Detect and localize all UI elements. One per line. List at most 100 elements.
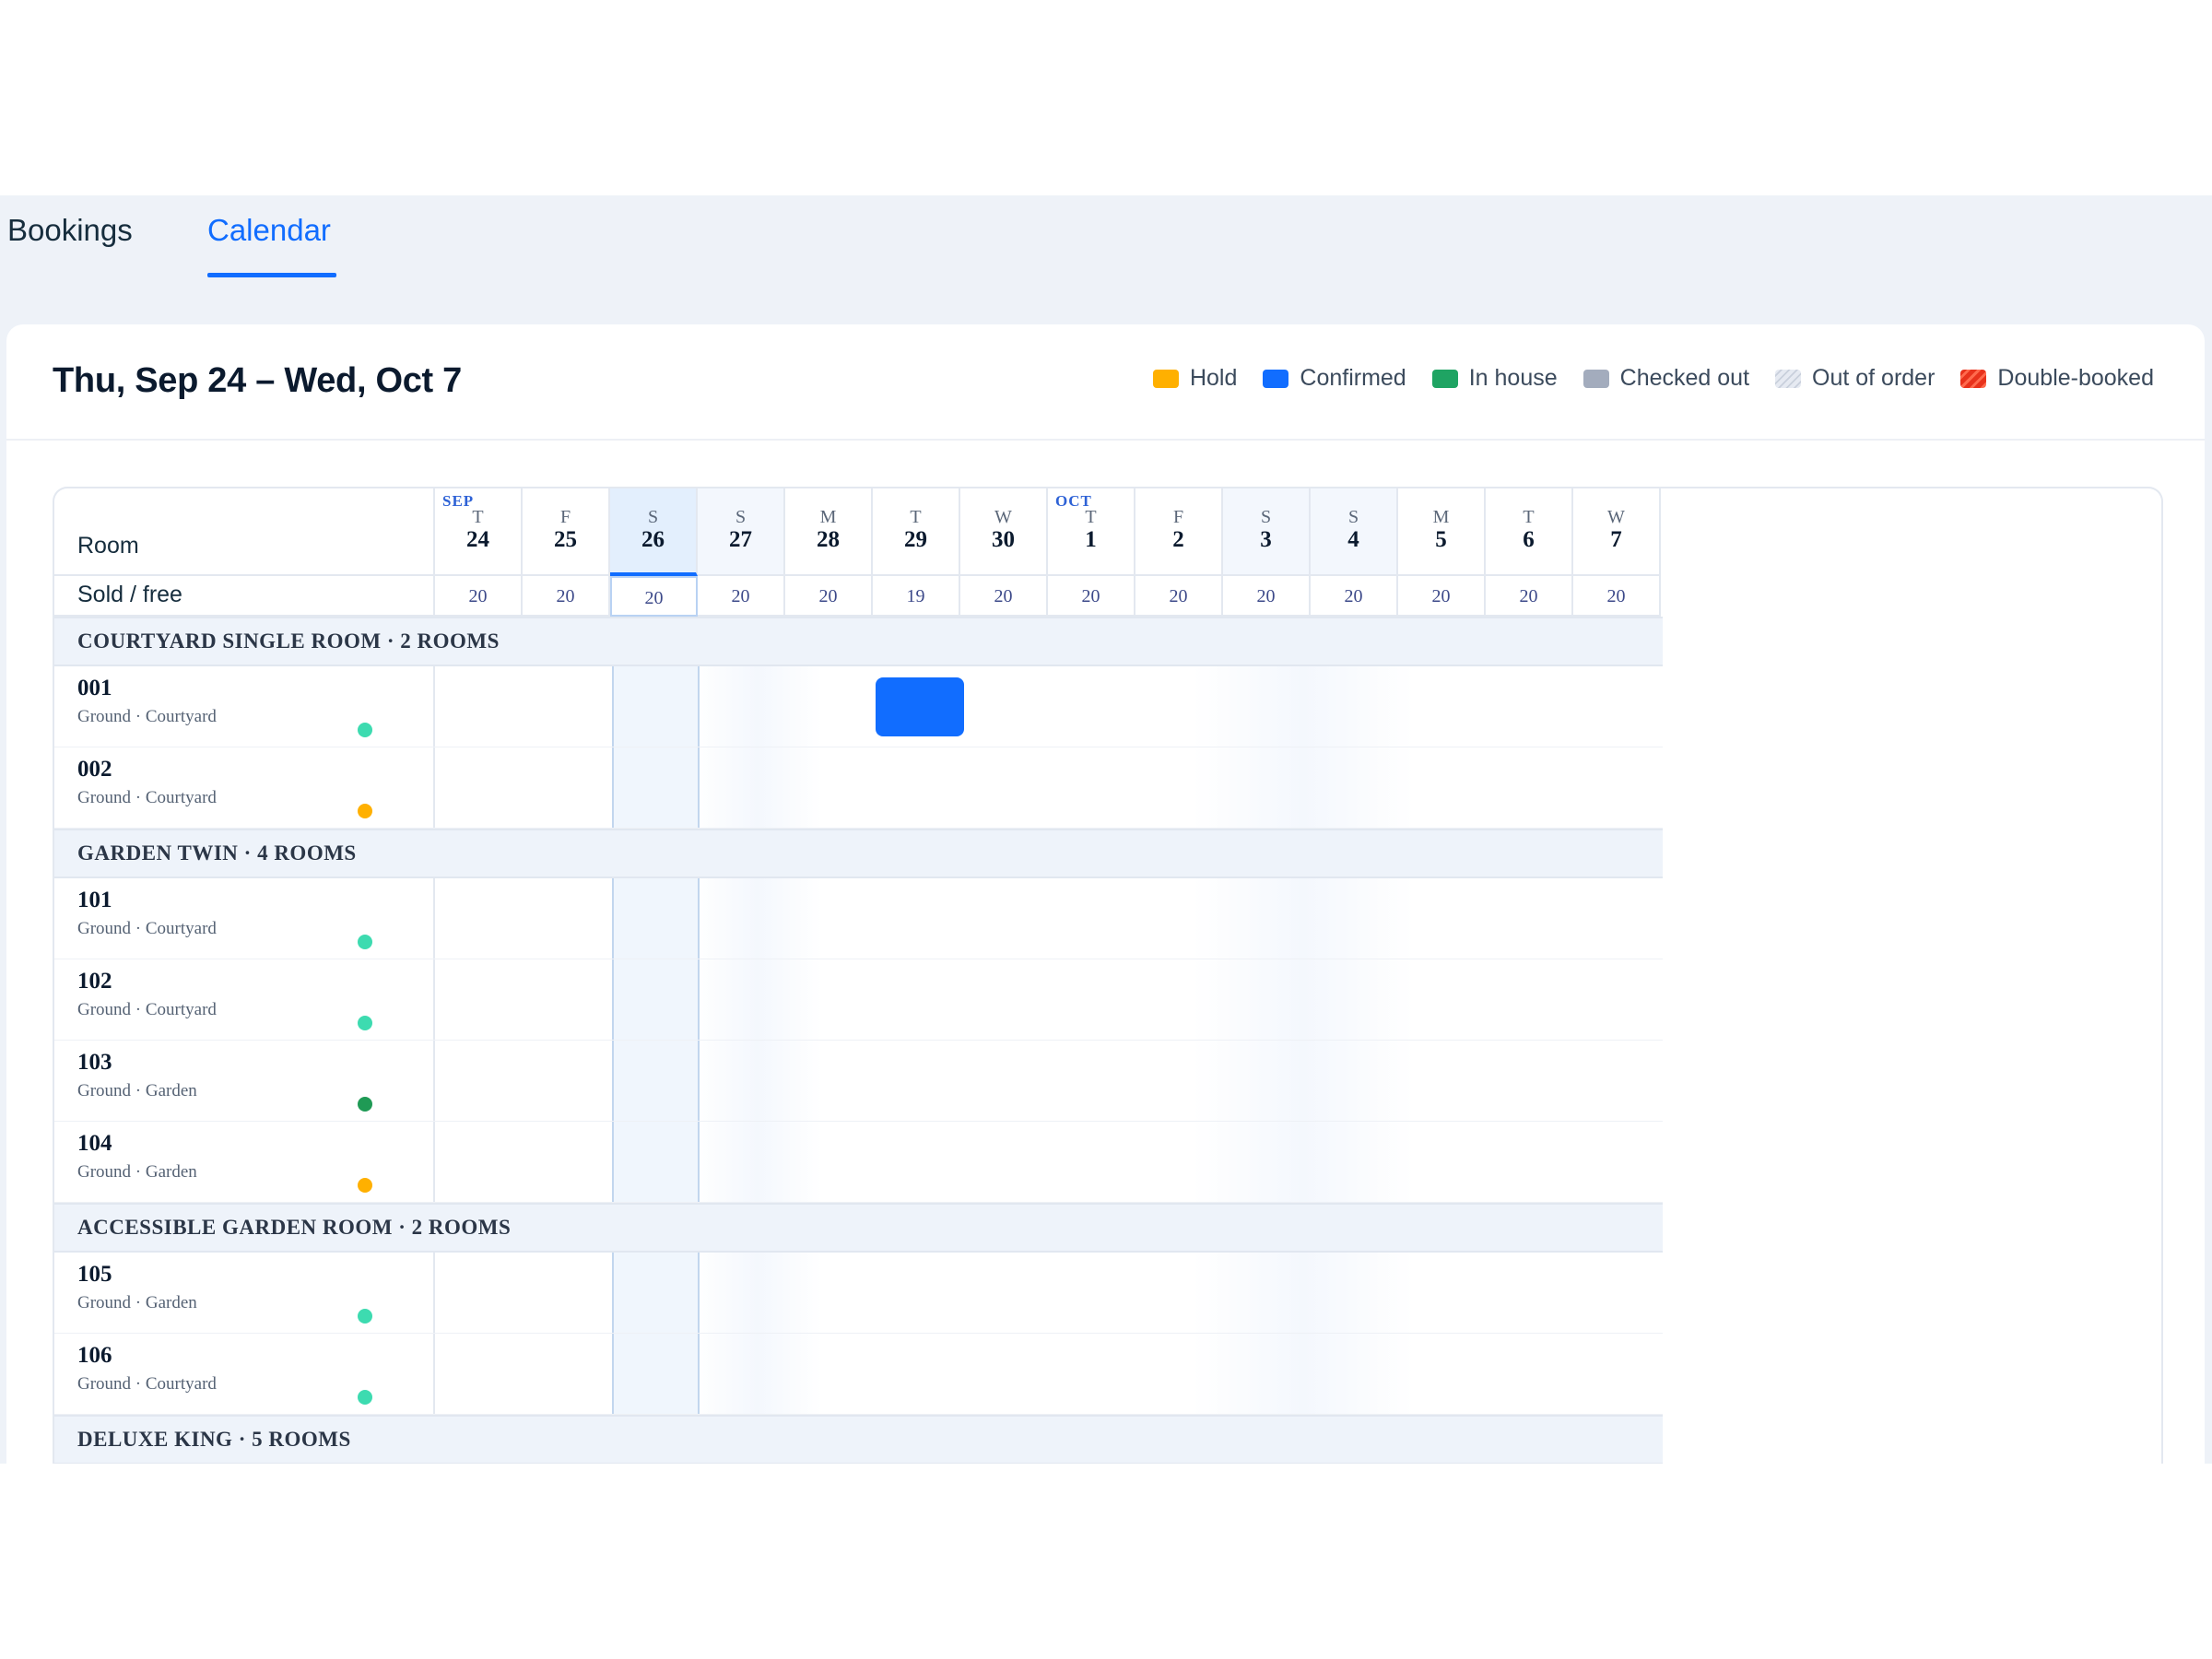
- day-header-24[interactable]: SEP T 24: [435, 488, 523, 576]
- room-status-dot-icon: [358, 1309, 372, 1324]
- sold-free-count: 20: [1398, 576, 1486, 617]
- room-status-dot-icon: [358, 723, 372, 737]
- day-number: 3: [1260, 527, 1272, 552]
- sold-free-count: 20: [1486, 576, 1573, 617]
- room-row: 001 Ground · Courtyard: [54, 666, 1663, 747]
- room-location: Ground · Courtyard: [77, 1374, 217, 1394]
- room-row: 002 Ground · Courtyard: [54, 747, 1663, 829]
- room-calendar-grid: Room Sold / free SEP T 24 20 F 25 20 S 26 20 S 27 20…: [53, 487, 2163, 1464]
- room-status-dot-icon: [358, 1016, 372, 1030]
- sold-free-count: 20: [1048, 576, 1135, 617]
- room-number: 002: [77, 757, 112, 782]
- room-row: 101 Ground · Courtyard: [54, 878, 1663, 959]
- room-row: 106 Ground · Courtyard: [54, 1334, 1663, 1415]
- room-location: Ground · Courtyard: [77, 788, 217, 807]
- sold-free-count: 20: [610, 576, 698, 617]
- room-status-dot-icon: [358, 1178, 372, 1193]
- room-location: Ground · Courtyard: [77, 919, 217, 938]
- day-header-30[interactable]: W 30: [960, 488, 1048, 576]
- day-header-4[interactable]: S4: [1311, 488, 1398, 576]
- day-of-week: F: [559, 507, 571, 527]
- room-location: Ground · Garden: [77, 1162, 197, 1182]
- day-header-29[interactable]: T 29: [873, 488, 960, 576]
- sold-free-count: 20: [785, 576, 873, 617]
- room-type-group-header: GARDEN TWIN · 4 ROOMS: [54, 829, 1663, 878]
- date-range-title: Thu, Sep 24 – Wed, Oct 7: [53, 361, 462, 400]
- tab-bookings[interactable]: Bookings: [7, 205, 133, 280]
- legend-out-of-order: Out of order: [1775, 365, 1935, 392]
- sold-free-count: 20: [1223, 576, 1311, 617]
- legend-label: Double-booked: [1997, 365, 2154, 391]
- room-number: 103: [77, 1050, 112, 1075]
- sold-free-count: 20: [1573, 576, 1661, 617]
- room-type-group-header: DELUXE KING · 5 ROOMS: [54, 1415, 1663, 1464]
- booking-block-confirmed[interactable]: [876, 677, 964, 736]
- sold-free-count: 20: [523, 576, 610, 617]
- day-number: 24: [466, 527, 489, 552]
- in-house-swatch-icon: [1431, 369, 1458, 388]
- top-blank-area: [0, 0, 2212, 195]
- legend-hold: Hold: [1152, 365, 1238, 392]
- day-of-week: S: [1347, 507, 1359, 527]
- legend-label: Hold: [1189, 365, 1238, 391]
- day-header-28[interactable]: M 28: [785, 488, 873, 576]
- day-number: 25: [554, 527, 577, 552]
- day-number: 7: [1610, 527, 1622, 552]
- room-number: 106: [77, 1343, 112, 1368]
- room-info-cell[interactable]: 001 Ground · Courtyard: [54, 666, 435, 747]
- view-tabs: Bookings Calendar: [0, 195, 2212, 280]
- sold-free-count: 20: [698, 576, 785, 617]
- room-location: Ground · Garden: [77, 1081, 197, 1100]
- hold-swatch-icon: [1152, 369, 1179, 388]
- day-header-2[interactable]: F2: [1135, 488, 1223, 576]
- day-header-27[interactable]: S 27: [698, 488, 785, 576]
- room-location: Ground · Courtyard: [77, 707, 217, 726]
- day-number: 4: [1347, 527, 1359, 552]
- day-header-3[interactable]: S3: [1223, 488, 1311, 576]
- day-number: 28: [817, 527, 840, 552]
- room-row: 102 Ground · Courtyard: [54, 959, 1663, 1041]
- day-of-week: W: [994, 507, 1012, 527]
- day-number: 1: [1085, 527, 1097, 552]
- day-of-week: T: [472, 507, 484, 527]
- day-of-week: T: [910, 507, 922, 527]
- sold-free-count: 20: [435, 576, 523, 617]
- day-header-25[interactable]: F 25: [523, 488, 610, 576]
- room-status-dot-icon: [358, 935, 372, 949]
- calendar-card: Thu, Sep 24 – Wed, Oct 7 Hold Confirmed …: [6, 324, 2205, 1464]
- day-of-week: T: [1523, 507, 1535, 527]
- day-number: 27: [729, 527, 752, 552]
- status-legend: Hold Confirmed In house Checked out Out …: [1152, 365, 2154, 392]
- tab-calendar[interactable]: Calendar: [207, 205, 331, 280]
- day-number: 26: [641, 527, 665, 552]
- sold-free-label: Sold / free: [77, 582, 182, 607]
- room-location: Ground · Courtyard: [77, 1000, 217, 1019]
- room-info-cell[interactable]: 106 Ground · Courtyard: [54, 1334, 435, 1414]
- room-type-label: DELUXE KING · 5 ROOMS: [77, 1428, 351, 1451]
- room-number: 001: [77, 676, 112, 700]
- room-info-cell[interactable]: 105 Ground · Garden: [54, 1253, 435, 1333]
- day-header-26[interactable]: S 26: [610, 488, 698, 576]
- legend-label: Confirmed: [1300, 365, 1406, 391]
- checked-out-swatch-icon: [1583, 369, 1609, 388]
- room-type-group-header: ACCESSIBLE GARDEN ROOM · 2 ROOMS: [54, 1203, 1663, 1253]
- room-info-cell[interactable]: 103 Ground · Garden: [54, 1041, 435, 1121]
- day-number: 29: [904, 527, 927, 552]
- legend-label: Out of order: [1812, 365, 1936, 391]
- room-info-cell[interactable]: 104 Ground · Garden: [54, 1122, 435, 1202]
- room-number: 105: [77, 1262, 112, 1287]
- room-info-cell[interactable]: 101 Ground · Courtyard: [54, 878, 435, 959]
- room-status-dot-icon: [358, 1097, 372, 1112]
- day-of-week: S: [647, 507, 659, 527]
- day-header-5[interactable]: M5: [1398, 488, 1486, 576]
- room-header-label: Room: [77, 533, 139, 559]
- day-header-1[interactable]: OCT T 1: [1048, 488, 1135, 576]
- legend-double-booked: Double-booked: [1960, 365, 2154, 392]
- room-info-cell[interactable]: 002 Ground · Courtyard: [54, 747, 435, 828]
- day-header-7[interactable]: W7: [1573, 488, 1661, 576]
- room-info-cell[interactable]: 102 Ground · Courtyard: [54, 959, 435, 1040]
- legend-in-house: In house: [1431, 365, 1558, 392]
- sold-free-count: 20: [1311, 576, 1398, 617]
- day-number: 5: [1435, 527, 1447, 552]
- day-header-6[interactable]: T6: [1486, 488, 1573, 576]
